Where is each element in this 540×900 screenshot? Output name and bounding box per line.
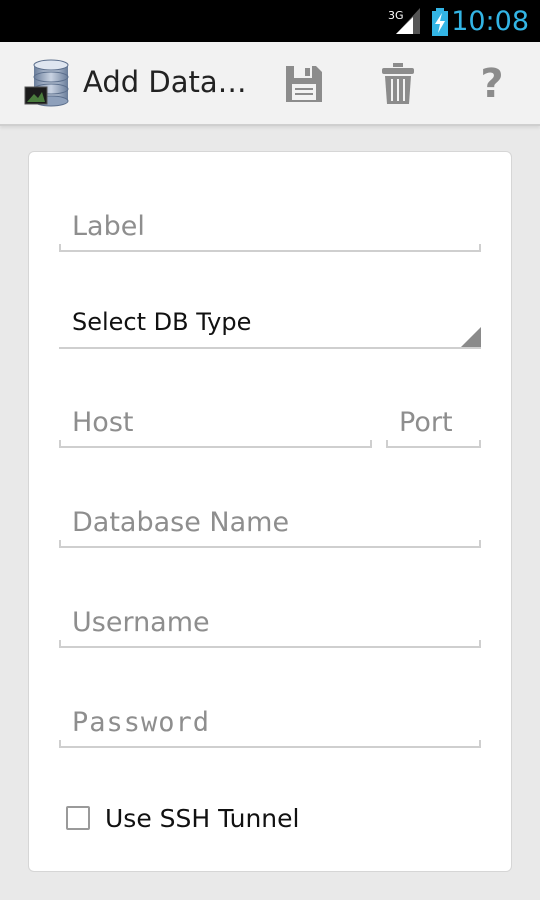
save-button[interactable]: [280, 60, 328, 108]
help-button[interactable]: ?: [468, 60, 516, 108]
form-card: Select DB Type Use SSH Tunnel: [28, 151, 512, 872]
page-title: Add Data…: [83, 65, 247, 99]
host-field: [59, 398, 372, 448]
trash-icon: [382, 63, 414, 104]
status-bar: 3G 10:08: [0, 0, 540, 42]
ssh-tunnel-label[interactable]: Use SSH Tunnel: [105, 804, 299, 833]
dropdown-arrow-icon: [461, 327, 481, 347]
database-name-field: [59, 498, 481, 548]
ssh-tunnel-checkbox[interactable]: [66, 806, 90, 830]
action-bar: Add Data… ?: [0, 42, 540, 126]
signal-icon: [396, 8, 420, 39]
ssh-tunnel-option[interactable]: Use SSH Tunnel: [66, 800, 299, 836]
battery-icon: [431, 8, 449, 41]
password-field: [59, 698, 481, 748]
save-icon: [286, 66, 322, 102]
port-field: [386, 398, 481, 448]
password-input[interactable]: [72, 702, 473, 742]
db-type-value: Select DB Type: [72, 308, 252, 336]
db-type-spinner[interactable]: Select DB Type: [59, 301, 481, 349]
label-field: [59, 202, 481, 252]
host-input[interactable]: [72, 402, 364, 442]
clock: 10:08: [451, 6, 529, 37]
port-input[interactable]: [399, 402, 473, 442]
username-field: [59, 598, 481, 648]
username-input[interactable]: [72, 602, 473, 642]
database-name-input[interactable]: [72, 502, 473, 542]
database-icon[interactable]: [22, 59, 72, 114]
help-icon: ?: [480, 61, 504, 107]
label-input[interactable]: [72, 206, 473, 246]
delete-button[interactable]: [374, 60, 422, 108]
